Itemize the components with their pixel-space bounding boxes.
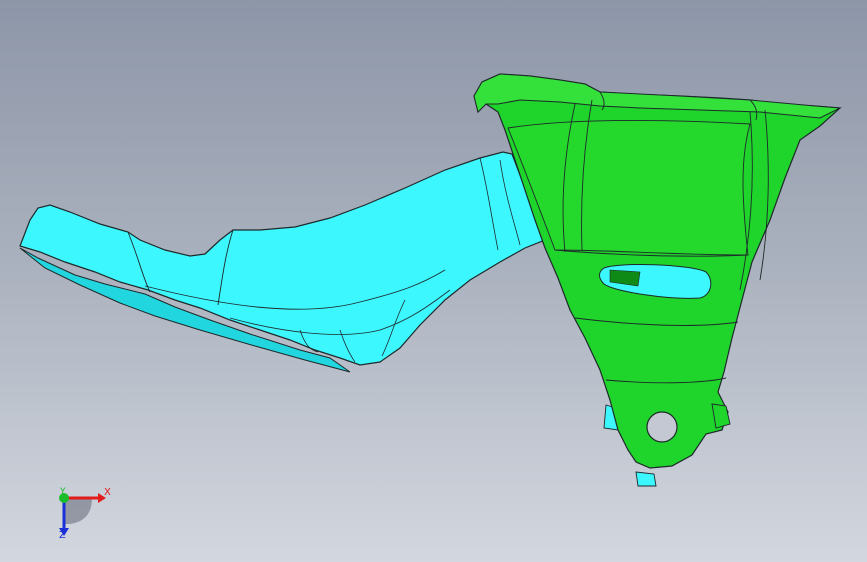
cyan-bracket-body (19, 151, 546, 366)
axis-triad: X Y Z (44, 484, 116, 548)
z-axis-label: Z (59, 530, 66, 541)
green-bracket-part[interactable] (473, 73, 842, 469)
triad-shadow (64, 498, 92, 524)
cyan-bottom-foot (635, 471, 657, 487)
y-axis-label: Y (60, 487, 66, 497)
green-bolt-hole (646, 411, 678, 443)
x-axis-label: X (104, 487, 111, 498)
3d-model-scene[interactable] (0, 0, 867, 562)
cad-viewport[interactable]: X Y Z (0, 0, 867, 562)
